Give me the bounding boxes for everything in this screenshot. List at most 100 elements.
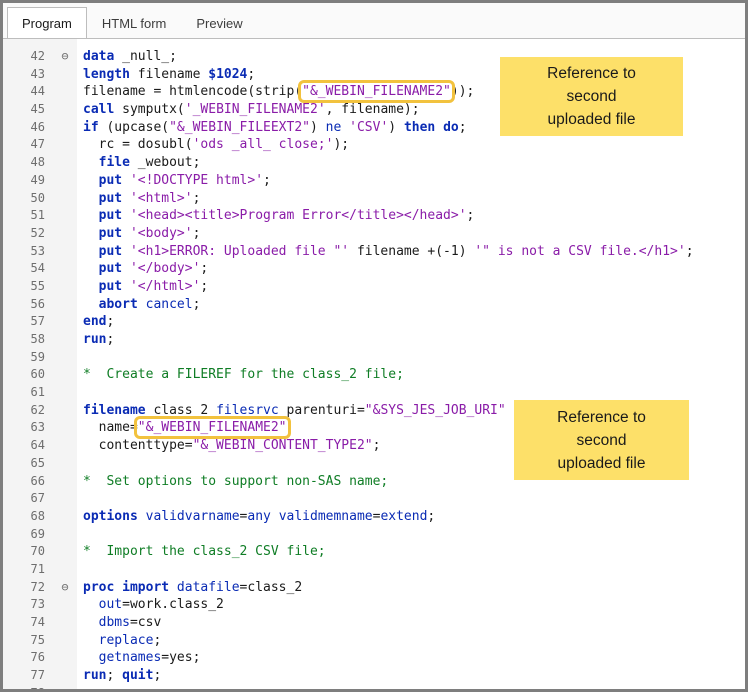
code-token [83, 633, 99, 648]
code-line-47[interactable]: 47 rc = dosubl('ods _all_ close;'); [3, 136, 745, 154]
code-token: ; [153, 633, 161, 648]
fold-gutter [53, 667, 77, 685]
code-token: ; [193, 191, 201, 206]
line-number: 48 [3, 154, 53, 172]
code-token: run [83, 668, 106, 683]
code-text: run; [77, 331, 114, 349]
line-number: 56 [3, 296, 53, 314]
highlighted-macro-reference: "&_WEBIN_FILENAME2" [138, 420, 287, 435]
code-line-69[interactable]: 69 [3, 526, 745, 544]
line-number: 57 [3, 313, 53, 331]
code-line-74[interactable]: 74 dbms=csv [3, 614, 745, 632]
code-line-51[interactable]: 51 put '<head><title>Program Error</titl… [3, 207, 745, 225]
fold-gutter [53, 172, 77, 190]
code-token: name= [83, 420, 138, 435]
code-line-60[interactable]: 60* Create a FILEREF for the class_2 fil… [3, 366, 745, 384]
code-token [138, 509, 146, 524]
code-token [271, 509, 279, 524]
code-line-59[interactable]: 59 [3, 349, 745, 367]
fold-gutter [53, 473, 77, 491]
tab-program[interactable]: Program [7, 7, 87, 39]
fold-gutter [53, 526, 77, 544]
code-token: =csv [130, 615, 161, 630]
tab-preview[interactable]: Preview [181, 7, 257, 39]
code-line-71[interactable]: 71 [3, 561, 745, 579]
code-line-72[interactable]: 72⊖proc import datafile=class_2 [3, 579, 745, 597]
tab-html-form[interactable]: HTML form [87, 7, 182, 39]
code-token: "&_WEBIN_FILEEXT2" [169, 120, 310, 135]
code-line-54[interactable]: 54 put '</body>'; [3, 260, 745, 278]
code-token: ; [153, 668, 161, 683]
code-token [341, 120, 349, 135]
code-text: contenttype="&_WEBIN_CONTENT_TYPE2"; [77, 437, 380, 455]
code-token: extend [380, 509, 427, 524]
code-token: filename = htmlencode(strip( [83, 84, 302, 99]
code-token: (upcase( [99, 120, 169, 135]
code-token: ; [106, 668, 122, 683]
code-line-58[interactable]: 58run; [3, 331, 745, 349]
code-text: data _null_; [77, 48, 177, 66]
code-line-49[interactable]: 49 put '<!DOCTYPE html>'; [3, 172, 745, 190]
code-token: filesrvc [216, 403, 279, 418]
code-text: if (upcase("&_WEBIN_FILEEXT2") ne 'CSV')… [77, 119, 467, 137]
line-number: 62 [3, 402, 53, 420]
code-token: contenttype= [83, 438, 193, 453]
code-text [77, 490, 83, 508]
code-editor[interactable]: 42⊖data _null_;43length filename $1024;4… [3, 39, 745, 689]
code-token: _webout; [130, 155, 200, 170]
line-number: 49 [3, 172, 53, 190]
code-token: '" is not a CSV file.</h1>' [474, 244, 685, 259]
code-text: end; [77, 313, 114, 331]
code-line-68[interactable]: 68options validvarname=any validmemname=… [3, 508, 745, 526]
code-token [83, 597, 99, 612]
line-number: 77 [3, 667, 53, 685]
code-line-77[interactable]: 77 run; quit; [3, 667, 745, 685]
code-line-57[interactable]: 57 end; [3, 313, 745, 331]
code-token [83, 615, 99, 630]
code-line-75[interactable]: 75 replace; [3, 632, 745, 650]
code-text: put '<html>'; [77, 190, 200, 208]
code-line-55[interactable]: 55 put '</html>'; [3, 278, 745, 296]
code-text: out=work.class_2 [77, 596, 224, 614]
fold-gutter [53, 437, 77, 455]
code-line-67[interactable]: 67 [3, 490, 745, 508]
fold-gutter [53, 685, 77, 689]
code-token: , filename); [326, 102, 420, 117]
code-token [83, 208, 99, 223]
code-token: )); [451, 84, 474, 99]
code-line-76[interactable]: 76 getnames=yes; [3, 649, 745, 667]
line-number: 66 [3, 473, 53, 491]
fold-toggle-icon[interactable]: ⊖ [53, 579, 77, 597]
code-token [83, 226, 99, 241]
code-line-70[interactable]: 70* Import the class_2 CSV file; [3, 543, 745, 561]
line-number: 59 [3, 349, 53, 367]
code-token: quit [122, 668, 153, 683]
code-token: ; [106, 332, 114, 347]
code-token: abort [99, 297, 138, 312]
code-text: put '</body>'; [77, 260, 208, 278]
fold-gutter [53, 136, 77, 154]
code-line-50[interactable]: 50 put '<html>'; [3, 190, 745, 208]
code-line-78[interactable]: 78 [3, 685, 745, 689]
code-line-48[interactable]: 48 file _webout; [3, 154, 745, 172]
code-token: parenturi= [279, 403, 365, 418]
code-text: name="&_WEBIN_FILENAME2" [77, 419, 287, 437]
fold-toggle-icon[interactable]: ⊖ [53, 48, 77, 66]
code-text: length filename $1024; [77, 66, 255, 84]
code-token: _null_; [114, 49, 177, 64]
code-line-73[interactable]: 73 out=work.class_2 [3, 596, 745, 614]
code-text: put '</html>'; [77, 278, 208, 296]
code-token: ne [326, 120, 342, 135]
line-number: 42 [3, 48, 53, 66]
code-token: run [83, 332, 106, 347]
code-token: * Set options to support non-SAS name; [83, 474, 388, 489]
code-line-52[interactable]: 52 put '<body>'; [3, 225, 745, 243]
code-text: put '<h1>ERROR: Uploaded file "' filenam… [77, 243, 694, 261]
fold-gutter [53, 632, 77, 650]
code-line-56[interactable]: 56 abort cancel; [3, 296, 745, 314]
code-token: end [83, 314, 106, 329]
code-line-53[interactable]: 53 put '<h1>ERROR: Uploaded file "' file… [3, 243, 745, 261]
code-token: ) [388, 120, 404, 135]
code-token: '<head><title>Program Error</title></hea… [130, 208, 467, 223]
code-text: put '<body>'; [77, 225, 200, 243]
